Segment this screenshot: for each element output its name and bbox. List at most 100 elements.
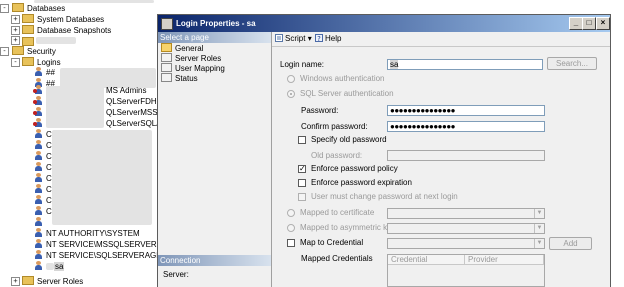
login-item[interactable]: C: [34, 173, 52, 184]
credential-select[interactable]: ▼: [387, 238, 545, 249]
login-item[interactable]: [33, 85, 46, 96]
expand-icon[interactable]: +: [11, 26, 20, 35]
expand-icon[interactable]: +: [11, 36, 20, 45]
login-label: C: [46, 152, 52, 161]
old-password-input[interactable]: [387, 150, 545, 161]
grid-header-credential[interactable]: Credential: [388, 255, 465, 265]
login-item[interactable]: C: [34, 129, 52, 140]
login-name-input[interactable]: sa: [387, 59, 543, 70]
login-label: C: [46, 185, 52, 194]
login-item[interactable]: C: [34, 140, 52, 151]
collapse-icon[interactable]: -: [0, 47, 9, 56]
dropdown-arrow-icon[interactable]: ▾: [308, 34, 312, 43]
login-icon: [34, 151, 43, 161]
page-label: User Mapping: [175, 64, 225, 73]
page-status[interactable]: Status: [161, 73, 198, 84]
login-label: ##: [46, 68, 55, 77]
specify-old-password-label: Specify old password: [311, 135, 387, 144]
svg-text:?: ?: [317, 35, 321, 42]
login-item-nt-service-mssqlserver[interactable]: NT SERVICE\MSSQLSERVER: [34, 239, 157, 250]
script-button[interactable]: Script ▾: [275, 33, 312, 44]
login-item[interactable]: C: [34, 184, 52, 195]
login-item[interactable]: [33, 118, 46, 129]
login-icon: [34, 184, 43, 194]
login-icon: [34, 173, 43, 183]
script-icon: [275, 33, 283, 42]
login-disabled-icon: [33, 118, 43, 128]
login-item[interactable]: [33, 107, 46, 118]
login-item-sa[interactable]: sa: [34, 261, 65, 272]
mapped-credentials-label: Mapped Credentials: [301, 254, 373, 263]
login-label: C: [46, 141, 52, 150]
window-icon: [161, 18, 173, 30]
confirm-password-input[interactable]: ●●●●●●●●●●●●●●●: [387, 121, 545, 132]
login-label: MS Admins: [106, 86, 147, 95]
folder-icon: [12, 3, 24, 13]
help-icon: ?: [315, 33, 323, 42]
blurred-region: [60, 68, 156, 88]
grid-header-provider[interactable]: Provider: [465, 255, 544, 265]
login-icon: [34, 239, 43, 249]
blurred-region: [46, 86, 104, 128]
folder-icon: [12, 46, 24, 56]
tree-item-label: Security: [27, 47, 56, 56]
page-icon: [161, 53, 172, 63]
certificate-select[interactable]: ▼: [387, 208, 545, 219]
dialog-toolbar: Script ▾ ? Help: [272, 32, 610, 47]
mapped-certificate-radio[interactable]: [287, 209, 295, 217]
folder-icon: [22, 276, 34, 286]
login-icon: [34, 140, 43, 150]
search-button[interactable]: Search...: [547, 57, 597, 70]
login-icon: [34, 67, 43, 77]
folder-icon: [22, 25, 34, 35]
login-item-nt-service-sqlserveragent[interactable]: NT SERVICE\SQLSERVERAGENT: [34, 250, 160, 261]
page-icon: [161, 73, 172, 83]
login-item-nt-authority-system[interactable]: NT AUTHORITY\SYSTEM: [34, 228, 140, 239]
password-input[interactable]: ●●●●●●●●●●●●●●●: [387, 105, 545, 116]
login-label: C: [46, 163, 52, 172]
minimize-button[interactable]: _: [569, 17, 583, 30]
password-label: Password:: [301, 106, 339, 115]
sql-auth-radio[interactable]: [287, 90, 295, 98]
login-item[interactable]: C: [34, 206, 52, 217]
login-item[interactable]: [34, 217, 46, 228]
specify-old-password-checkbox[interactable]: [298, 136, 306, 144]
expand-icon[interactable]: +: [11, 277, 20, 286]
login-icon: [34, 129, 43, 139]
page-label: Server Roles: [175, 54, 222, 63]
login-label: QLServerFDHos: [106, 97, 160, 106]
login-icon: [34, 206, 43, 216]
server-label: Server:: [163, 270, 189, 279]
login-item[interactable]: [33, 96, 46, 107]
login-disabled-icon: [33, 107, 43, 117]
enforce-expiration-checkbox[interactable]: [298, 179, 306, 187]
tree-item-label: Database Snapshots: [37, 26, 112, 35]
map-credential-checkbox[interactable]: [287, 239, 295, 247]
sql-auth-label: SQL Server authentication: [300, 89, 394, 98]
dialog-titlebar[interactable]: Login Properties - sa _ □ ×: [158, 15, 610, 32]
collapse-icon[interactable]: -: [0, 4, 9, 13]
login-icon: [34, 195, 43, 205]
expand-icon[interactable]: +: [11, 15, 20, 24]
login-item[interactable]: C: [34, 151, 52, 162]
must-change-checkbox[interactable]: [298, 193, 306, 201]
mapped-asymmetric-key-radio[interactable]: [287, 224, 295, 232]
windows-auth-radio[interactable]: [287, 75, 295, 83]
mapped-credentials-grid[interactable]: Credential Provider: [387, 254, 545, 287]
maximize-button[interactable]: □: [582, 17, 596, 30]
login-label: QLServerSQLA: [106, 119, 160, 128]
help-button[interactable]: ? Help: [315, 33, 341, 44]
add-credential-button[interactable]: Add: [549, 237, 592, 250]
close-button[interactable]: ×: [596, 17, 610, 30]
login-label: NT AUTHORITY\SYSTEM: [46, 229, 140, 238]
login-item[interactable]: C: [34, 162, 52, 173]
login-icon: [34, 162, 43, 172]
tree-item-label: Logins: [37, 58, 61, 67]
login-item[interactable]: C: [34, 195, 52, 206]
enforce-policy-checkbox[interactable]: ✓: [298, 165, 306, 173]
collapse-icon[interactable]: -: [11, 58, 20, 67]
page-label: General: [175, 44, 204, 53]
asymmetric-key-select[interactable]: ▼: [387, 223, 545, 234]
confirm-password-label: Confirm password:: [301, 122, 368, 131]
login-item[interactable]: ##: [34, 67, 55, 78]
